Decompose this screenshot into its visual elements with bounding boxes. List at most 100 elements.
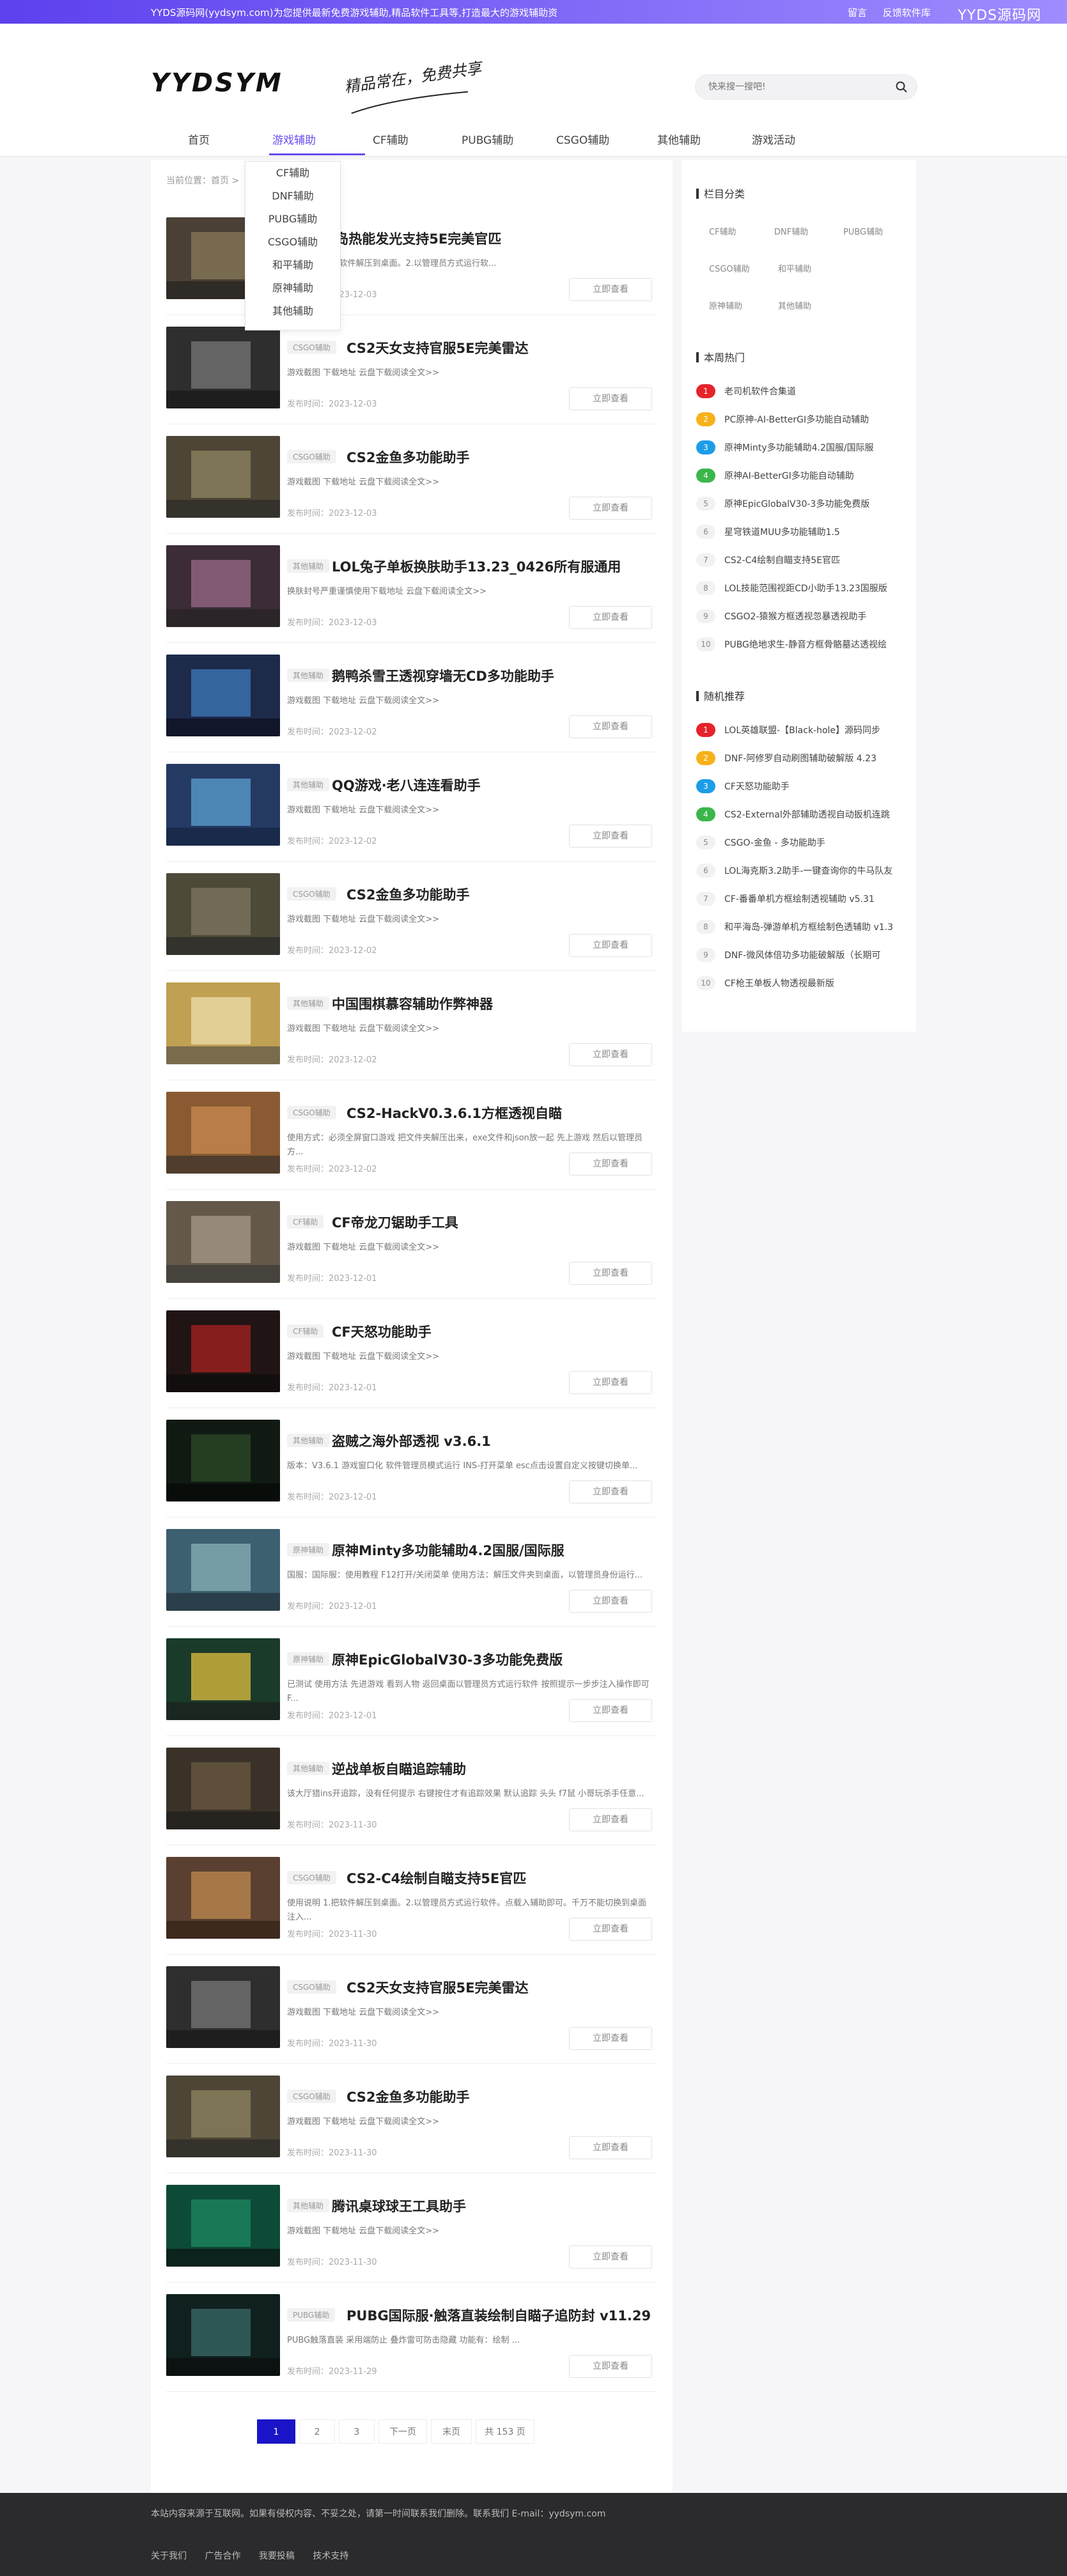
article-item[interactable]: CSGO辅助 CS2金鱼多功能助手 游戏截图 下载地址 云盘下载阅读全文>> 发布时间… xyxy=(166,424,657,534)
article-thumbnail[interactable] xyxy=(166,2076,280,2157)
rank-title[interactable]: CF天怒功能助手 xyxy=(724,780,901,793)
article-item[interactable]: PUBG辅助 PUBG国际服·触落直装绘制自瞄子追防封 v11.29 PUBG触落直… xyxy=(166,2283,657,2392)
article-thumbnail[interactable] xyxy=(166,545,280,627)
rank-title[interactable]: PUBG绝地求生-静音方框骨骼墓达透视绘 xyxy=(724,638,901,651)
footer-link-submit[interactable]: 我要投稿 xyxy=(259,2551,295,2561)
read-more-button[interactable]: 立即查看 xyxy=(569,606,652,629)
article-thumbnail[interactable] xyxy=(166,2294,280,2376)
read-more-button[interactable]: 立即查看 xyxy=(569,934,652,957)
read-more-button[interactable]: 立即查看 xyxy=(569,2136,652,2159)
rank-item[interactable]: 1 老司机软件合集道 xyxy=(696,380,901,402)
article-item[interactable]: 其他辅助 腾讯桌球球王工具助手 游戏截图 下载地址 云盘下载阅读全文>> 发布时间：2… xyxy=(166,2173,657,2283)
category-tag-pubg[interactable]: PUBG辅助 xyxy=(830,221,896,244)
rank-item[interactable]: 7 CS2-C4绘制自瞄支持5E官匹 xyxy=(696,549,901,571)
article-item[interactable]: 其他辅助 中国围棋慕容辅助作弊神器 游戏截图 下载地址 云盘下载阅读全文>> 发布时间… xyxy=(166,971,657,1080)
read-more-button[interactable]: 立即查看 xyxy=(569,2027,652,2050)
article-item[interactable]: 其他辅助 逆战单板自瞄追踪辅助 该大厅猎ins开追踪，没有任何提示 右键按住才有追踪… xyxy=(166,1736,657,1845)
category-badge[interactable]: CSGO辅助 xyxy=(287,450,336,463)
category-badge[interactable]: CSGO辅助 xyxy=(287,1980,336,1994)
search-input[interactable] xyxy=(708,75,887,99)
read-more-button[interactable]: 立即查看 xyxy=(569,1808,652,1831)
article-title[interactable]: CF天怒功能助手 xyxy=(332,1322,432,1341)
article-thumbnail[interactable] xyxy=(166,1748,280,1829)
article-item[interactable]: CF辅助 CF天怒功能助手 游戏截图 下载地址 云盘下载阅读全文>> 发布时间：202… xyxy=(166,1299,657,1408)
article-title[interactable]: 原神Minty多功能辅助4.2国服/国际服 xyxy=(332,1540,565,1560)
dropdown-item-pubg[interactable]: PUBG辅助 xyxy=(245,208,340,231)
read-more-button[interactable]: 立即查看 xyxy=(569,1918,652,1941)
article-item[interactable]: 原神辅助 原神EpicGlobalV30-3多功能免费版 已测试 使用方法 先进游戏… xyxy=(166,1627,657,1736)
read-more-button[interactable]: 立即查看 xyxy=(569,1699,652,1722)
article-title[interactable]: 逆战单板自瞄追踪辅助 xyxy=(332,1759,466,1778)
category-badge[interactable]: CSGO辅助 xyxy=(287,341,336,354)
article-title[interactable]: PUBG国际服·触落直装绘制自瞄子追防封 v11.29 xyxy=(347,2306,651,2325)
rank-title[interactable]: CF枪王单板人物透视最新版 xyxy=(724,977,901,989)
article-thumbnail[interactable] xyxy=(166,2185,280,2267)
article-title[interactable]: 鹅鸭杀雪王透视穿墙无CD多功能助手 xyxy=(332,666,554,685)
rank-item[interactable]: 7 CF-番番单机方框绘制透视辅助 v5.31 xyxy=(696,888,901,910)
rank-title[interactable]: CF-番番单机方框绘制透视辅助 v5.31 xyxy=(724,892,901,905)
category-tag-cf[interactable]: CF辅助 xyxy=(696,221,749,244)
article-title[interactable]: 盗贼之海外部透视 v3.6.1 xyxy=(332,1431,491,1450)
category-badge[interactable]: 原神辅助 xyxy=(287,1543,330,1556)
article-thumbnail[interactable] xyxy=(166,436,280,518)
article-thumbnail[interactable] xyxy=(166,1310,280,1392)
rank-title[interactable]: CSGO-金鱼 - 多功能助手 xyxy=(724,836,901,849)
article-title[interactable]: CS2-HackV0.3.6.1方框透视自瞄 xyxy=(347,1103,562,1122)
article-title[interactable]: CS2天女支持官服5E完美雷达 xyxy=(347,1978,529,1997)
read-more-button[interactable]: 立即查看 xyxy=(569,1480,652,1503)
rank-title[interactable]: 原神EpicGlobalV30-3多功能免费版 xyxy=(724,497,901,510)
rank-item[interactable]: 6 LOL海克斯3.2助手-一键查询你的牛马队友 xyxy=(696,860,901,881)
rank-title[interactable]: 老司机软件合集道 xyxy=(724,385,901,398)
category-badge[interactable]: CSGO辅助 xyxy=(287,1106,336,1119)
rank-title[interactable]: CS2-External外部辅助透视自动扳机连跳 xyxy=(724,808,901,821)
category-badge[interactable]: CSGO辅助 xyxy=(287,887,336,901)
category-badge[interactable]: 其他辅助 xyxy=(287,2199,330,2212)
article-thumbnail[interactable] xyxy=(166,873,280,955)
category-badge[interactable]: 其他辅助 xyxy=(287,559,330,573)
category-badge[interactable]: 其他辅助 xyxy=(287,1434,330,1447)
rank-item[interactable]: 6 星穹铁道MUU多功能辅助1.5 xyxy=(696,521,901,543)
category-badge[interactable]: PUBG辅助 xyxy=(287,2308,336,2322)
article-item[interactable]: CSGO辅助 CS2-HackV0.3.6.1方框透视自瞄 使用方式：必须全屏窗口游… xyxy=(166,1080,657,1190)
rank-item[interactable]: 2 DNF-阿修罗自动刷图辅助破解版 4.23 xyxy=(696,747,901,769)
article-item[interactable]: CS2-神岛热能发光支持5E完美官匹 使用说明 1.把软件解压到桌面。2.以管理员… xyxy=(166,206,657,315)
article-title[interactable]: CS2金鱼多功能助手 xyxy=(347,2087,470,2106)
dropdown-item-yuanshen[interactable]: 原神辅助 xyxy=(245,277,340,300)
read-more-button[interactable]: 立即查看 xyxy=(569,497,652,520)
rank-item[interactable]: 9 CSGO2-猿猴方框透视忽暴透视助手 xyxy=(696,605,901,627)
read-more-button[interactable]: 立即查看 xyxy=(569,715,652,738)
rank-item[interactable]: 3 CF天怒功能助手 xyxy=(696,775,901,797)
article-item[interactable]: 原神辅助 原神Minty多功能辅助4.2国服/国际服 国服：国际服：使用教程 F12… xyxy=(166,1517,657,1627)
top-link-message[interactable]: 留言 xyxy=(848,7,867,19)
rank-title[interactable]: PC原神-AI-BetterGI多功能自动辅助 xyxy=(724,413,901,426)
rank-title[interactable]: LOL技能范围视距CD小助手13.23国服版 xyxy=(724,582,901,594)
nav-other[interactable]: 其他辅助 xyxy=(657,131,701,147)
page-last[interactable]: 末页 xyxy=(431,2419,472,2444)
top-link-feedback[interactable]: 反馈软件库 xyxy=(883,7,931,19)
nav-cf[interactable]: CF辅助 xyxy=(373,131,409,147)
article-thumbnail[interactable] xyxy=(166,1420,280,1501)
article-title[interactable]: CS2天女支持官服5E完美雷达 xyxy=(347,338,529,357)
rank-item[interactable]: 8 和平海岛-弹游单机方框绘制色透辅助 v1.3 xyxy=(696,916,901,938)
rank-title[interactable]: 星穹铁道MUU多功能辅助1.5 xyxy=(724,525,901,538)
rank-item[interactable]: 3 原神Minty多功能辅助4.2国服/国际服 xyxy=(696,437,901,458)
dropdown-item-other[interactable]: 其他辅助 xyxy=(245,300,340,323)
dropdown-item-heping[interactable]: 和平辅助 xyxy=(245,254,340,277)
article-title[interactable]: CS2金鱼多功能助手 xyxy=(347,885,470,904)
category-tag-yuanshen[interactable]: 原神辅助 xyxy=(696,295,755,318)
category-badge[interactable]: CSGO辅助 xyxy=(287,1871,336,1884)
read-more-button[interactable]: 立即查看 xyxy=(569,825,652,848)
article-title[interactable]: LOL兔子单板换肤助手13.23_0426所有服通用 xyxy=(332,557,621,576)
rank-item[interactable]: 5 CSGO-金鱼 - 多功能助手 xyxy=(696,832,901,853)
category-badge[interactable]: CF辅助 xyxy=(287,1215,324,1229)
article-item[interactable]: 其他辅助 盗贼之海外部透视 v3.6.1 版本：V3.6.1 游戏窗口化 软件管理员… xyxy=(166,1408,657,1517)
article-thumbnail[interactable] xyxy=(166,1966,280,2048)
article-item[interactable]: CSGO辅助 CS2金鱼多功能助手 游戏截图 下载地址 云盘下载阅读全文>> 发布时间… xyxy=(166,2064,657,2173)
read-more-button[interactable]: 立即查看 xyxy=(569,1043,652,1066)
rank-item[interactable]: 5 原神EpicGlobalV30-3多功能免费版 xyxy=(696,493,901,515)
article-thumbnail[interactable] xyxy=(166,1201,280,1283)
category-tag-dnf[interactable]: DNF辅助 xyxy=(761,221,821,244)
article-title[interactable]: CF帝龙刀锯助手工具 xyxy=(332,1213,458,1232)
category-badge[interactable]: 其他辅助 xyxy=(287,1762,330,1775)
article-title[interactable]: CS2-C4绘制自瞄支持5E官匹 xyxy=(347,1868,526,1888)
